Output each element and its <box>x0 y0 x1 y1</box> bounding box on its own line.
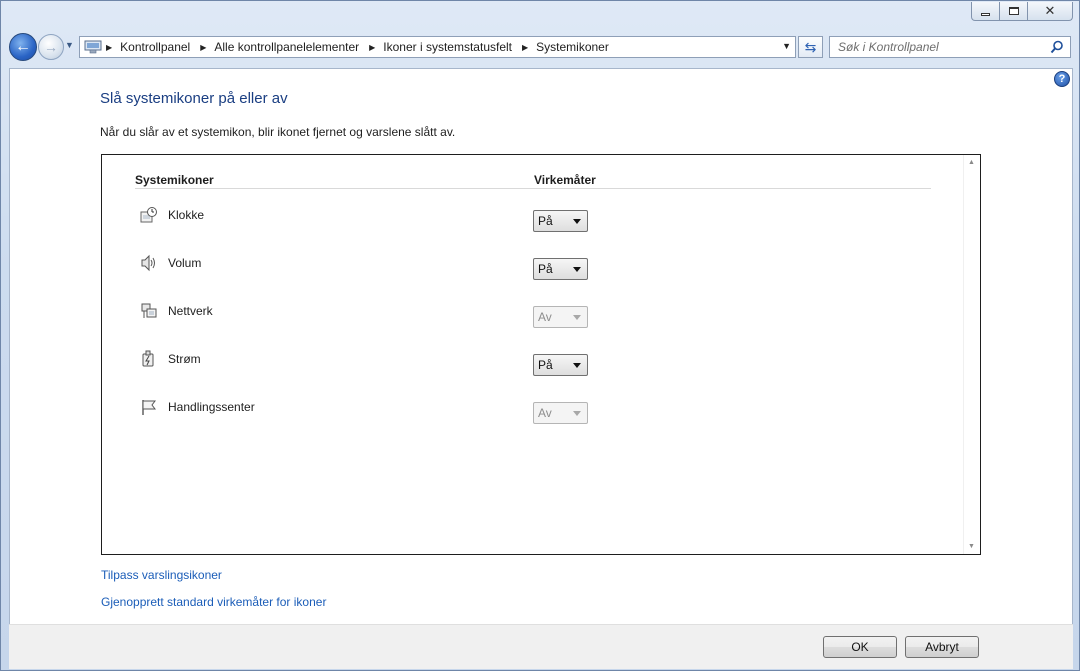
breadcrumb-separator-icon: ▶ <box>106 42 113 52</box>
list-item: Volum <box>140 254 560 278</box>
chevron-down-icon: ▼ <box>65 40 74 50</box>
window-frame: ✕ ← → ▼ ▶ Kontrollpanel ▶ Alle kontrollp… <box>0 0 1080 671</box>
power-icon <box>140 350 158 368</box>
list-item-label: Volum <box>168 256 202 270</box>
behavior-value: Av <box>538 310 552 324</box>
system-icons-list: ▲ ▼ Systemikoner Virkemåter Klokke På Vo… <box>101 154 981 555</box>
chevron-down-icon <box>573 411 581 416</box>
close-icon: ✕ <box>1044 3 1056 18</box>
behavior-select[interactable]: Av <box>533 306 588 328</box>
dialog-footer: OK Avbryt <box>9 624 1073 669</box>
minimize-button[interactable] <box>972 2 1000 20</box>
customize-notification-icons-link[interactable]: Tilpass varslingsikoner <box>101 568 222 582</box>
behavior-select[interactable]: På <box>533 258 588 280</box>
breadcrumb-item[interactable]: Alle kontrollpanelelementer <box>214 40 359 54</box>
speaker-icon <box>140 254 158 272</box>
search-input[interactable] <box>830 37 1045 57</box>
cancel-button[interactable]: Avbryt <box>905 636 979 658</box>
behavior-select[interactable]: På <box>533 354 588 376</box>
column-header-icons: Systemikoner <box>135 173 214 187</box>
back-button[interactable]: ← <box>9 33 37 61</box>
maximize-icon <box>1008 7 1019 15</box>
behavior-value: På <box>538 262 553 276</box>
breadcrumb-separator-icon: ▶ <box>200 42 207 52</box>
scroll-down-icon[interactable]: ▼ <box>968 543 975 550</box>
control-panel-icon <box>80 37 106 57</box>
list-item-label: Handlingssenter <box>168 400 255 414</box>
list-item: Klokke <box>140 206 560 230</box>
restore-default-behaviors-link[interactable]: Gjenopprett standard virkemåter for ikon… <box>101 595 326 609</box>
arrow-right-icon: → <box>44 39 58 55</box>
chevron-down-icon <box>573 267 581 272</box>
recent-pages-button[interactable]: ▼ <box>65 40 77 54</box>
close-button[interactable]: ✕ <box>1028 2 1072 20</box>
refresh-icon: ⇆ <box>804 38 817 55</box>
page-title: Slå systemikoner på eller av <box>100 90 288 107</box>
column-header-behaviors: Virkemåter <box>534 173 596 187</box>
list-item-label: Strøm <box>168 352 201 366</box>
address-bar[interactable]: ▶ Kontrollpanel ▶ Alle kontrollpanelelem… <box>79 36 796 58</box>
column-headers: Systemikoner Virkemåter <box>135 173 931 189</box>
maximize-button[interactable] <box>1000 2 1028 20</box>
list-item: Handlingssenter <box>140 398 560 422</box>
breadcrumb-item[interactable]: Ikoner i systemstatusfelt <box>383 40 512 54</box>
network-icon <box>140 302 158 320</box>
list-item: Strøm <box>140 350 560 374</box>
behavior-value: Av <box>538 406 552 420</box>
search-icon[interactable] <box>1050 40 1064 57</box>
list-item-label: Klokke <box>168 208 205 222</box>
vertical-scrollbar[interactable]: ▲ ▼ <box>963 155 980 554</box>
breadcrumb-item[interactable]: Kontrollpanel <box>120 40 190 54</box>
help-icon: ? <box>1058 73 1066 85</box>
scroll-up-icon[interactable]: ▲ <box>968 159 975 166</box>
clock-icon <box>140 206 158 224</box>
minimize-icon <box>981 13 990 16</box>
ok-button[interactable]: OK <box>823 636 897 658</box>
chevron-down-icon <box>573 219 581 224</box>
behavior-value: På <box>538 214 553 228</box>
behavior-select[interactable]: Av <box>533 402 588 424</box>
navigation-bar: ← → ▼ ▶ Kontrollpanel ▶ Alle kontrollpan… <box>1 31 1079 63</box>
breadcrumb-separator-icon: ▶ <box>369 42 376 52</box>
arrow-left-icon: ← <box>15 38 31 55</box>
behavior-value: På <box>538 358 553 372</box>
breadcrumb-separator-icon: ▶ <box>522 42 529 52</box>
behavior-select[interactable]: På <box>533 210 588 232</box>
list-item: Nettverk <box>140 302 560 326</box>
help-button[interactable]: ? <box>1054 71 1070 87</box>
search-box <box>829 36 1071 58</box>
content-area: ? Slå systemikoner på eller av Når du sl… <box>9 68 1073 624</box>
caption-buttons: ✕ <box>971 2 1073 21</box>
breadcrumb-item[interactable]: Systemikoner <box>536 40 609 54</box>
flag-icon <box>140 398 158 416</box>
refresh-button[interactable]: ⇆ <box>798 36 823 58</box>
list-item-label: Nettverk <box>168 304 213 318</box>
chevron-down-icon <box>573 315 581 320</box>
address-dropdown-icon[interactable]: ▼ <box>782 41 791 51</box>
forward-button[interactable]: → <box>38 34 64 60</box>
page-description: Når du slår av et systemikon, blir ikone… <box>100 125 456 139</box>
chevron-down-icon <box>573 363 581 368</box>
